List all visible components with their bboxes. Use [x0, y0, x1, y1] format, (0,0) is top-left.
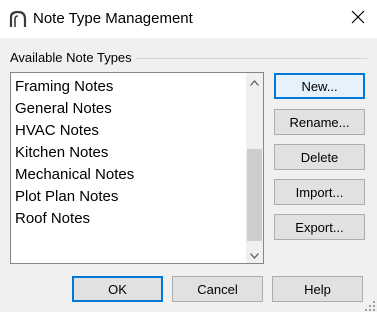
- list-item[interactable]: Plot Plan Notes: [11, 186, 247, 208]
- arch-icon: [8, 9, 28, 29]
- resize-grip-icon[interactable]: [364, 299, 376, 311]
- list-items: Framing Notes General Notes HVAC Notes K…: [11, 76, 247, 230]
- window-title: Note Type Management: [33, 10, 193, 27]
- chevron-up-icon: [250, 73, 259, 91]
- list-item[interactable]: Roof Notes: [11, 208, 247, 230]
- list-item[interactable]: Mechanical Notes: [11, 164, 247, 186]
- import-button[interactable]: Import...: [274, 179, 365, 205]
- list-item[interactable]: Framing Notes: [11, 76, 247, 98]
- delete-button[interactable]: Delete: [274, 144, 365, 170]
- list-item[interactable]: HVAC Notes: [11, 120, 247, 142]
- close-button[interactable]: [338, 0, 377, 38]
- chevron-down-icon: [250, 246, 259, 264]
- group-label: Available Note Types: [10, 50, 132, 65]
- title-bar: Note Type Management: [0, 0, 377, 38]
- list-item[interactable]: Kitchen Notes: [11, 142, 247, 164]
- export-button[interactable]: Export...: [274, 214, 365, 240]
- help-button[interactable]: Help: [272, 276, 363, 302]
- note-types-list[interactable]: Framing Notes General Notes HVAC Notes K…: [10, 72, 264, 264]
- close-icon: [351, 10, 365, 29]
- ok-button[interactable]: OK: [72, 276, 163, 302]
- rename-button[interactable]: Rename...: [274, 109, 365, 135]
- scroll-up-button[interactable]: [246, 73, 263, 90]
- group-divider: [136, 58, 367, 59]
- list-item[interactable]: General Notes: [11, 98, 247, 120]
- cancel-button[interactable]: Cancel: [172, 276, 263, 302]
- vertical-scrollbar[interactable]: [246, 73, 263, 263]
- scroll-down-button[interactable]: [246, 246, 263, 263]
- scroll-thumb[interactable]: [247, 149, 262, 241]
- new-button[interactable]: New...: [274, 73, 365, 99]
